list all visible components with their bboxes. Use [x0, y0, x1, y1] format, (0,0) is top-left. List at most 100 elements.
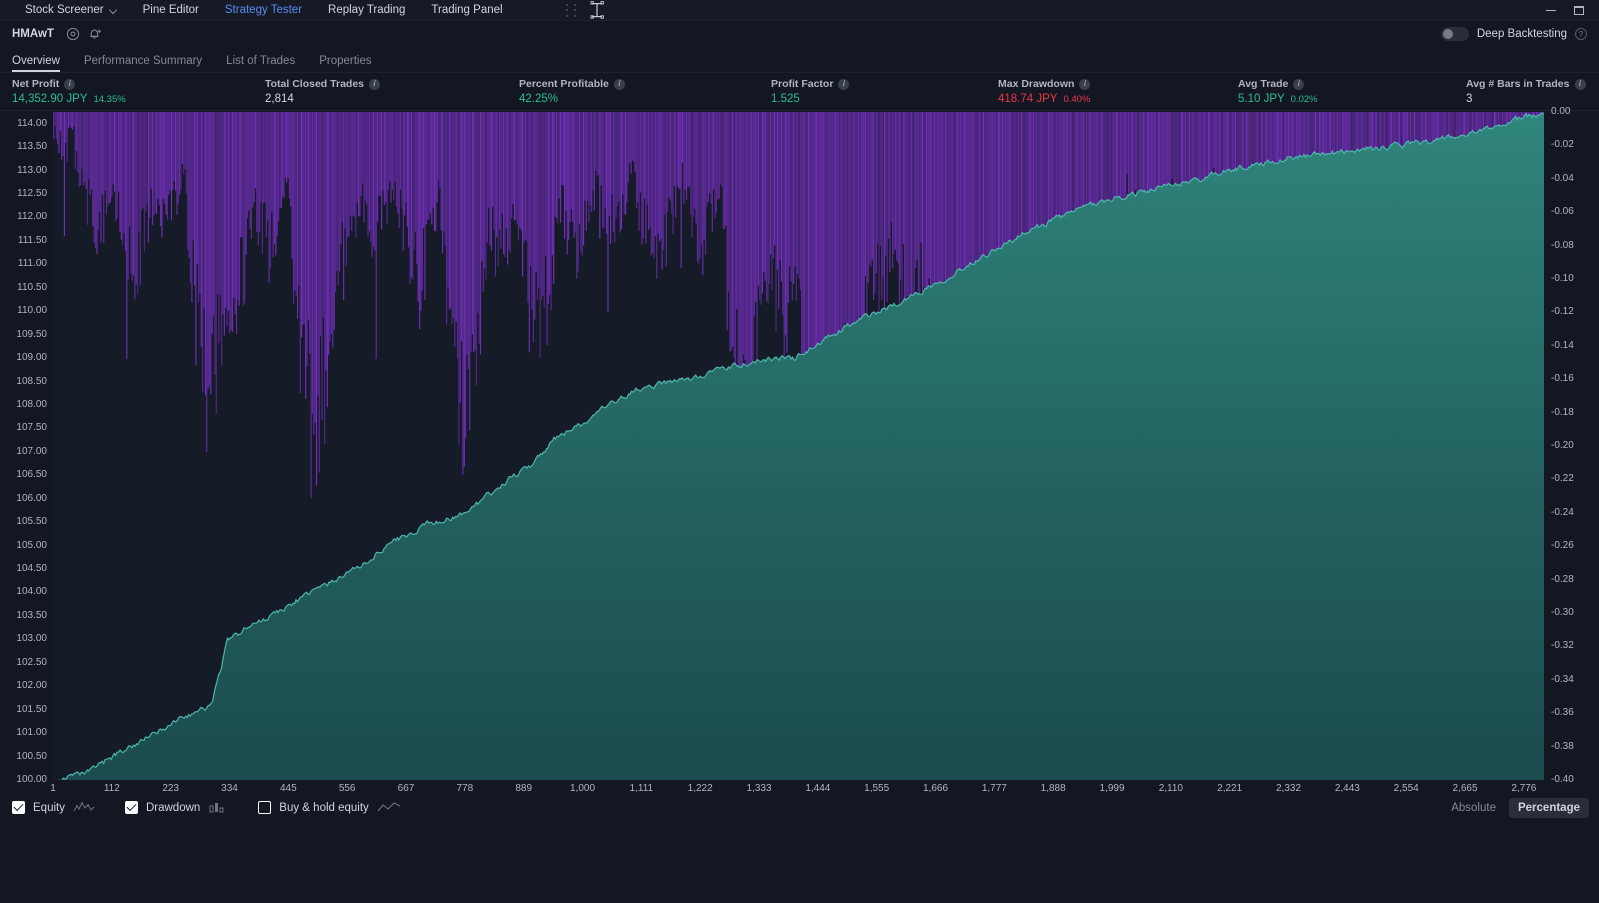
- drawdown-bar: [394, 112, 396, 182]
- drawdown-bar: [688, 112, 690, 187]
- metric-value: 3: [1466, 93, 1586, 105]
- drawdown-bar: [1217, 112, 1219, 178]
- drawdown-bar: [498, 112, 501, 230]
- add-alert-button[interactable]: [86, 25, 104, 43]
- drawdown-bar: [200, 112, 202, 348]
- panel-drag-handle[interactable]: [566, 4, 580, 18]
- minimize-button[interactable]: [1537, 0, 1565, 21]
- drawdown-bar: [451, 112, 453, 324]
- tab-performance-summary[interactable]: Performance Summary: [84, 55, 202, 72]
- drawdown-bar: [130, 112, 132, 274]
- drawdown-bar: [93, 112, 95, 243]
- drawdown-bar: [378, 112, 380, 196]
- drawdown-bar: [272, 112, 274, 257]
- drawdown-bar: [547, 112, 549, 304]
- drawdown-bar: [393, 112, 395, 200]
- drawdown-bar: [435, 112, 437, 232]
- maximize-button[interactable]: [1565, 0, 1593, 21]
- drawdown-bar: [580, 112, 582, 252]
- menu-item-pine-editor[interactable]: Pine Editor: [130, 0, 212, 21]
- legend-item-buy-hold-equity[interactable]: Buy & hold equity: [258, 801, 401, 814]
- drawdown-bar: [446, 112, 448, 325]
- chart-plot-area[interactable]: [53, 112, 1544, 780]
- metric-label-text: Avg # Bars in Trades: [1466, 78, 1570, 90]
- drawdown-bar: [371, 112, 373, 257]
- maximize-icon: [1574, 6, 1584, 15]
- drawdown-bar: [906, 112, 909, 296]
- drawdown-bar: [80, 112, 82, 186]
- tab-list-of-trades[interactable]: List of Trades: [226, 55, 295, 72]
- drawdown-bar: [535, 112, 537, 273]
- drawdown-bar: [85, 112, 87, 189]
- drawdown-bar: [550, 112, 552, 311]
- drawdown-bar: [879, 112, 881, 246]
- drawdown-bar: [214, 112, 216, 375]
- drawdown-bar: [400, 112, 402, 190]
- drawdown-bar: [352, 112, 354, 216]
- y-axis-left-tick: 113.00: [17, 164, 47, 176]
- y-axis-right-drawdown[interactable]: 0.00 -0.02 -0.04 -0.06 -0.08 -0.10 -0.12 -0.14 -…: [1544, 106, 1599, 785]
- drawdown-bar: [799, 112, 802, 290]
- drawdown-bar: [215, 112, 217, 415]
- menu-item-replay-trading[interactable]: Replay Trading: [315, 0, 418, 21]
- legend-item-drawdown[interactable]: Drawdown: [124, 801, 228, 814]
- drawdown-bar: [887, 112, 890, 239]
- mode-percentage[interactable]: Percentage: [1508, 797, 1589, 818]
- buy-hold-checkbox[interactable]: [258, 801, 272, 814]
- strategy-settings-button[interactable]: [64, 25, 82, 43]
- drawdown-bar: [648, 112, 650, 231]
- drawdown-bar: [355, 112, 357, 238]
- menu-item-trading-panel[interactable]: Trading Panel: [418, 0, 515, 21]
- drawdown-bar: [412, 112, 414, 280]
- legend-label: Drawdown: [145, 801, 201, 814]
- drawdown-bar: [725, 112, 727, 226]
- tab-properties[interactable]: Properties: [319, 55, 371, 72]
- drawdown-bar: [154, 112, 156, 213]
- drawdown-bar: [62, 112, 64, 156]
- dot: [566, 4, 568, 6]
- info-icon[interactable]: i: [1079, 78, 1091, 90]
- mode-absolute[interactable]: Absolute: [1442, 798, 1505, 818]
- tab-overview[interactable]: Overview: [12, 55, 60, 72]
- drawdown-bar: [859, 112, 861, 318]
- tab-label: Properties: [319, 55, 372, 67]
- drawdown-bar: [249, 112, 251, 230]
- info-icon[interactable]: i: [838, 78, 850, 90]
- drawdown-bar: [267, 112, 269, 221]
- y-axis-left-tick: 103.00: [16, 633, 47, 645]
- menu-item-stock-screener[interactable]: Stock Screener: [12, 0, 130, 21]
- drawdown-bar: [890, 112, 892, 222]
- drawdown-bar: [234, 112, 236, 315]
- drawdown-bar: [553, 112, 555, 284]
- info-icon[interactable]: i: [1574, 78, 1586, 90]
- drawdown-bar: [597, 112, 600, 175]
- drawdown-bar: [780, 112, 783, 282]
- drawdown-bar: [631, 112, 633, 161]
- equity-checkbox[interactable]: [12, 801, 25, 814]
- metric-card: Avg # Bars in Trades i 3: [1466, 78, 1586, 105]
- menu-item-strategy-tester[interactable]: Strategy Tester: [212, 0, 315, 21]
- drawdown-bar: [1131, 112, 1134, 205]
- drawdown-bar: [669, 112, 671, 201]
- drawdown-bar: [336, 112, 338, 272]
- drawdown-bar: [871, 112, 873, 260]
- info-icon[interactable]: i: [369, 78, 380, 90]
- deep-backtesting-toggle[interactable]: [1440, 27, 1469, 41]
- metric-label: Total Closed Trades i: [265, 78, 380, 90]
- drawdown-checkbox[interactable]: [124, 801, 138, 814]
- drawdown-bar: [437, 112, 440, 181]
- info-icon[interactable]: i: [64, 78, 76, 90]
- drawdown-bar: [311, 112, 314, 414]
- info-icon[interactable]: i: [613, 78, 625, 90]
- drawdown-bar: [310, 112, 312, 499]
- y-axis-left-equity[interactable]: 114.00 113.50 113.00 112.50 112.00 111.50 111.…: [0, 111, 53, 785]
- legend-item-equity[interactable]: Equity: [12, 801, 95, 814]
- drawdown-bar: [904, 112, 906, 316]
- question-mark-icon[interactable]: ?: [1575, 28, 1587, 40]
- drawdown-bar: [173, 112, 175, 181]
- drawdown-bar: [161, 112, 163, 237]
- drawdown-bar: [718, 112, 720, 199]
- info-icon[interactable]: i: [1293, 78, 1305, 90]
- drawdown-bar: [629, 112, 631, 164]
- drawdown-bar: [752, 112, 754, 371]
